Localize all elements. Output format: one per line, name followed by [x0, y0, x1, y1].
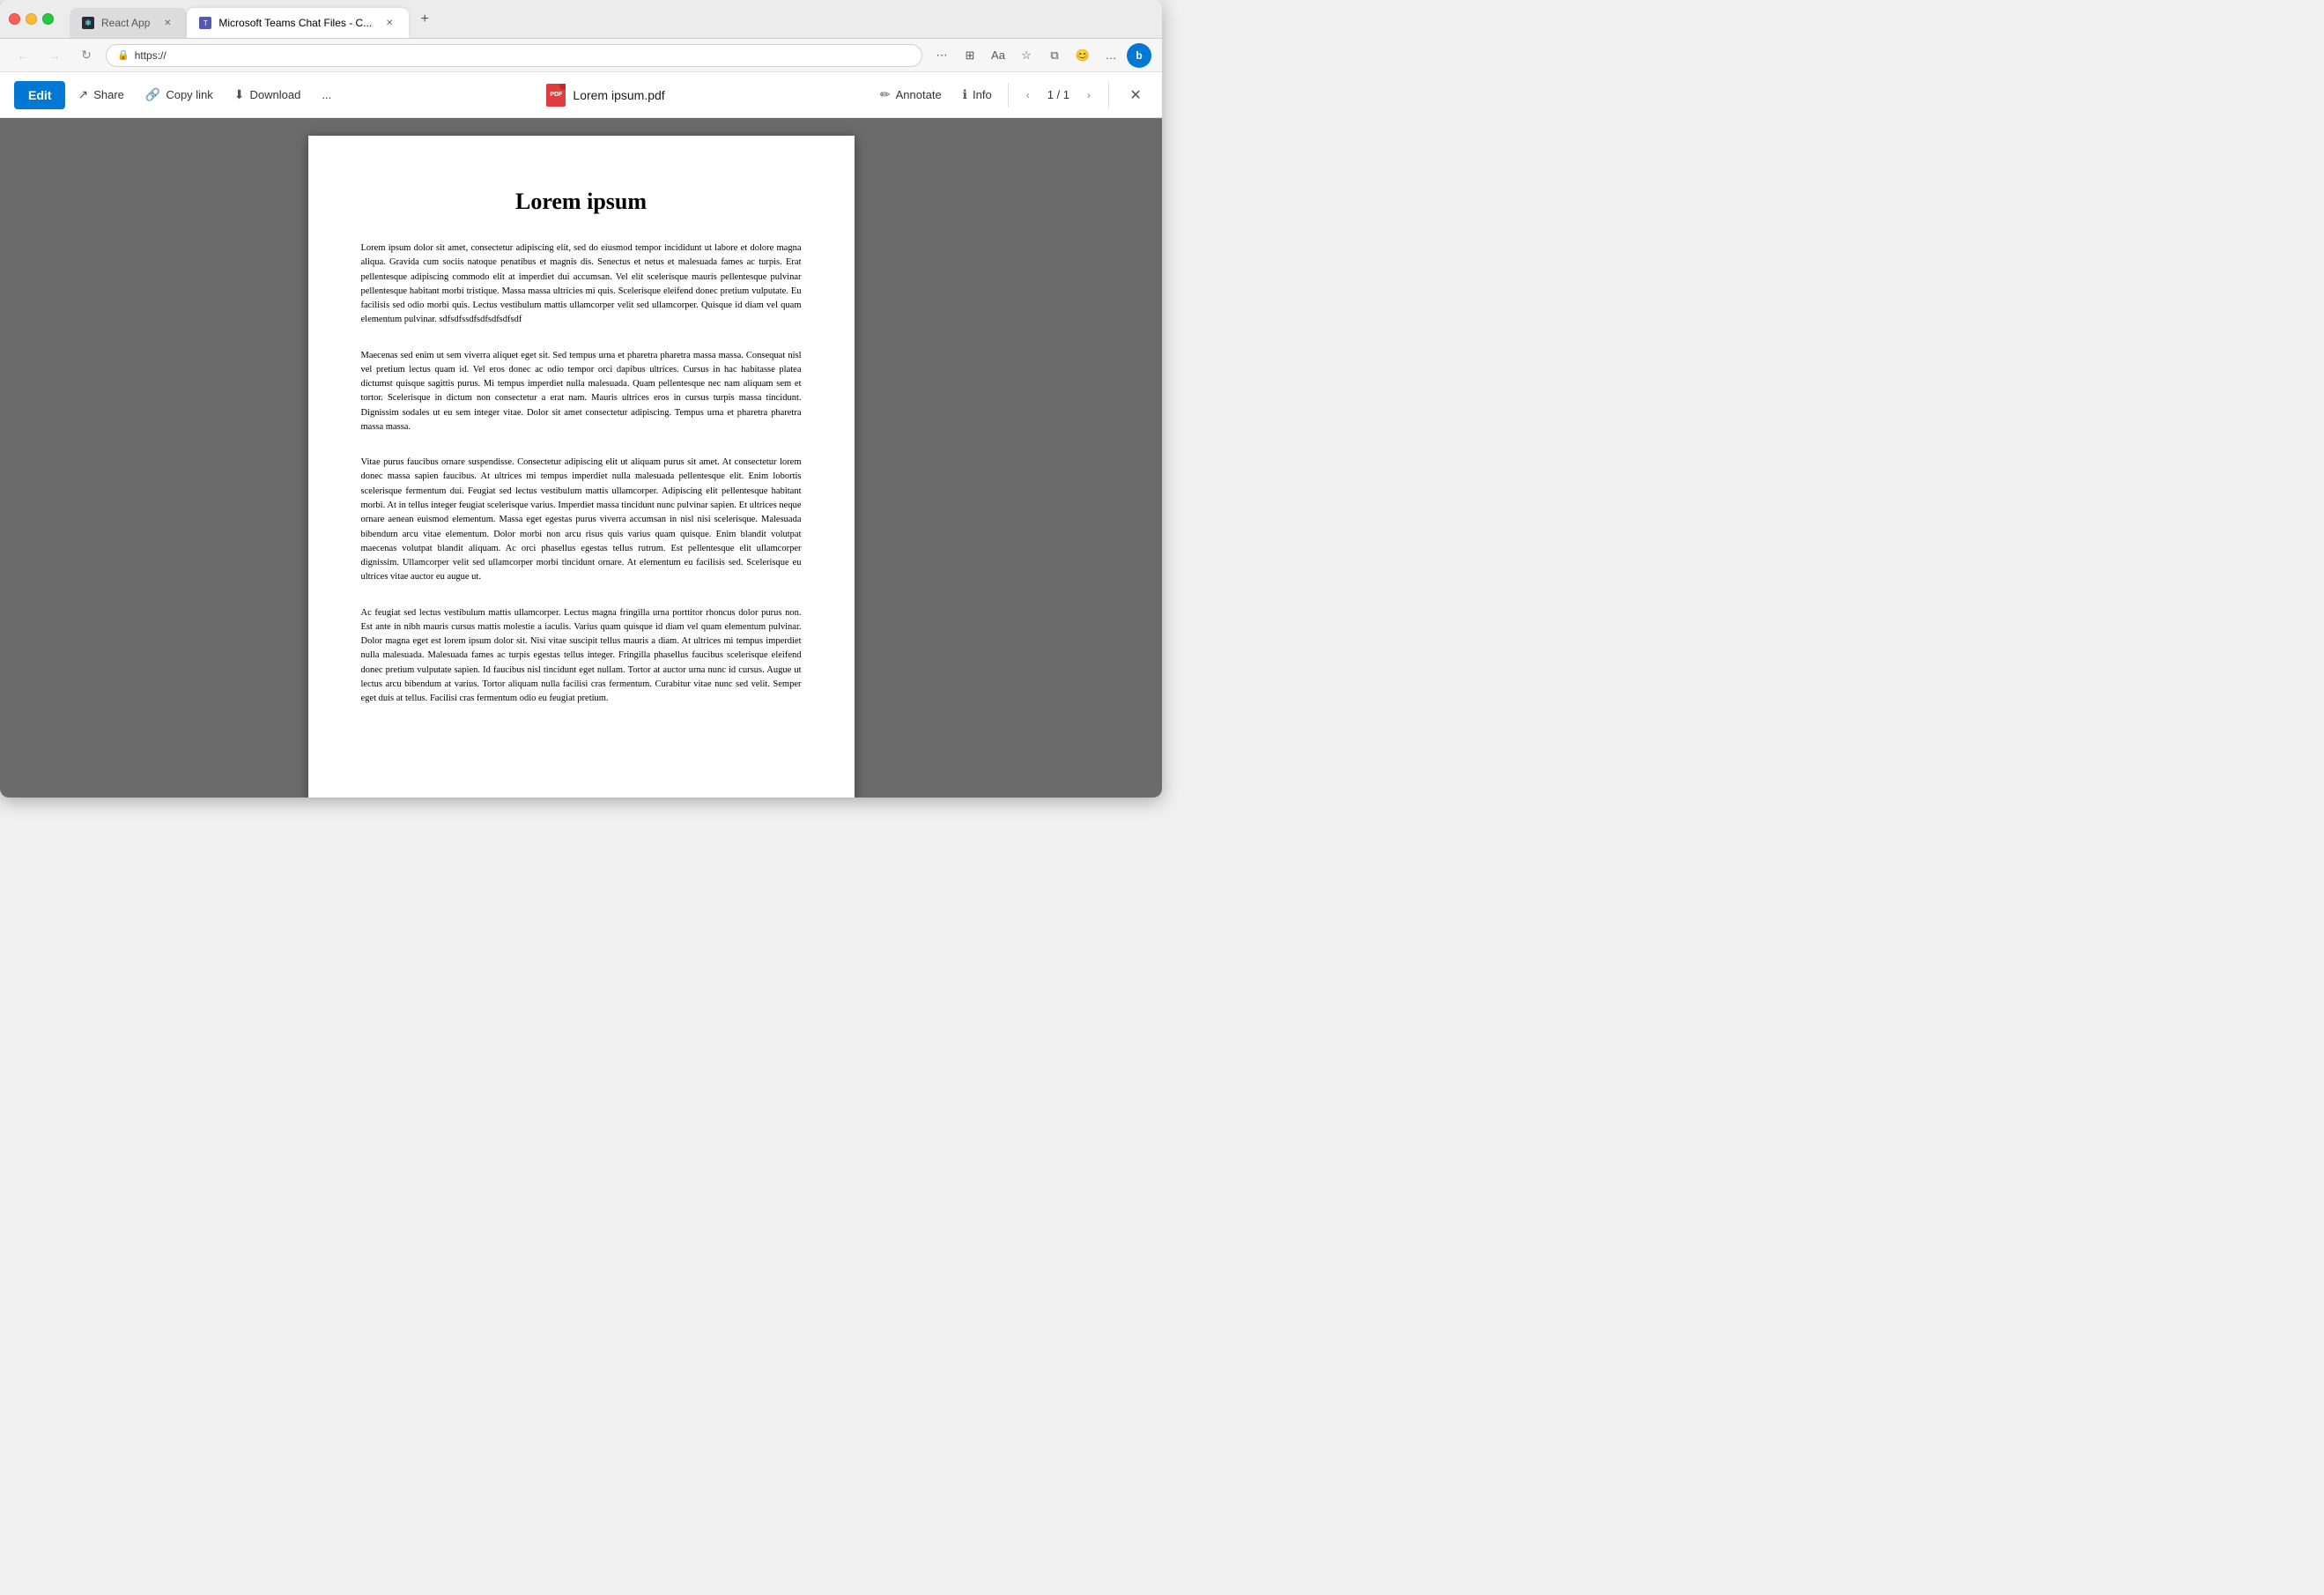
back-button[interactable]: ← — [11, 43, 35, 68]
annotate-icon: ✏ — [880, 87, 891, 102]
pdf-paragraph-2: Maecenas sed enim ut sem viverra aliquet… — [361, 349, 802, 435]
user-profile-button[interactable]: 😊 — [1070, 43, 1095, 68]
extensions-button[interactable]: ⋯ — [929, 43, 954, 68]
url-text: https:// — [135, 49, 167, 62]
download-icon: ⬇ — [234, 87, 245, 102]
lock-icon: 🔒 — [117, 49, 130, 61]
download-button[interactable]: ⬇ Download — [226, 81, 310, 109]
page-navigation: ‹ 1 / 1 › — [1016, 83, 1101, 108]
prev-page-button[interactable]: ‹ — [1016, 83, 1040, 108]
tab-close-react[interactable]: ✕ — [160, 16, 174, 30]
annotate-button[interactable]: ✏ Annotate — [871, 81, 951, 109]
page-info: 1 / 1 — [1047, 88, 1069, 101]
toolbar-vertical-separator — [1008, 83, 1009, 108]
tab-bar: ⚛ React App ✕ T Microsoft Teams Chat Fil… — [70, 0, 1153, 38]
copy-link-icon: 🔗 — [145, 87, 160, 102]
info-button[interactable]: ℹ Info — [954, 81, 1001, 109]
toolbar-separator-2 — [1108, 83, 1109, 108]
tab-label-teams: Microsoft Teams Chat Files - C... — [218, 17, 372, 29]
pdf-file-icon: PDF — [546, 84, 566, 107]
edit-button[interactable]: Edit — [14, 81, 65, 109]
tab-groups-button[interactable]: ⊞ — [958, 43, 982, 68]
tab-react-app[interactable]: ⚛ React App ✕ — [70, 8, 187, 38]
maximize-window-button[interactable] — [42, 13, 54, 25]
pdf-document-title: Lorem ipsum — [361, 189, 802, 215]
pdf-paragraph-4: Ac feugiat sed lectus vestibulum mattis … — [361, 606, 802, 707]
close-window-button[interactable] — [9, 13, 20, 25]
share-button[interactable]: ↗ Share — [69, 81, 132, 109]
traffic-lights[interactable] — [9, 13, 54, 25]
tab-favicon-react: ⚛ — [82, 17, 94, 29]
share-icon: ↗ — [78, 87, 88, 102]
more-options-button[interactable]: ... — [313, 81, 340, 109]
address-bar[interactable]: 🔒 https:// — [106, 44, 922, 67]
copy-link-button[interactable]: 🔗 Copy link — [137, 81, 222, 109]
tab-close-teams[interactable]: ✕ — [382, 16, 396, 30]
minimize-window-button[interactable] — [26, 13, 37, 25]
pdf-page: Lorem ipsum Lorem ipsum dolor sit amet, … — [308, 136, 855, 798]
bing-button[interactable]: b — [1127, 43, 1151, 68]
pdf-paragraph-1: Lorem ipsum dolor sit amet, consectetur … — [361, 241, 802, 328]
file-name-area: PDF Lorem ipsum.pdf — [546, 84, 664, 107]
browser-controls: ← → ↻ 🔒 https:// ⋯ ⊞ Aa ☆ ⧉ 😊 … b — [0, 39, 1162, 72]
pdf-toolbar: Edit ↗ Share 🔗 Copy link ⬇ Download ... … — [0, 72, 1162, 118]
pdf-paragraph-3: Vitae purus faucibus ornare suspendisse.… — [361, 456, 802, 584]
file-name: Lorem ipsum.pdf — [573, 88, 664, 102]
close-panel-button[interactable]: ✕ — [1123, 83, 1148, 108]
refresh-button[interactable]: ↻ — [74, 43, 99, 68]
tab-favicon-teams: T — [199, 17, 211, 29]
split-view-button[interactable]: ⧉ — [1042, 43, 1067, 68]
reader-mode-button[interactable]: Aa — [986, 43, 1010, 68]
pdf-container[interactable]: Lorem ipsum Lorem ipsum dolor sit amet, … — [0, 118, 1162, 798]
new-tab-button[interactable]: + — [412, 7, 437, 32]
forward-button[interactable]: → — [42, 43, 67, 68]
more-tools-button[interactable]: … — [1099, 43, 1123, 68]
info-icon: ℹ — [963, 87, 967, 102]
browser-actions: ⋯ ⊞ Aa ☆ ⧉ 😊 … b — [929, 43, 1151, 68]
tab-label-react: React App — [101, 17, 150, 29]
next-page-button[interactable]: › — [1077, 83, 1101, 108]
favorites-button[interactable]: ☆ — [1014, 43, 1039, 68]
tab-teams[interactable]: T Microsoft Teams Chat Files - C... ✕ — [187, 8, 409, 38]
